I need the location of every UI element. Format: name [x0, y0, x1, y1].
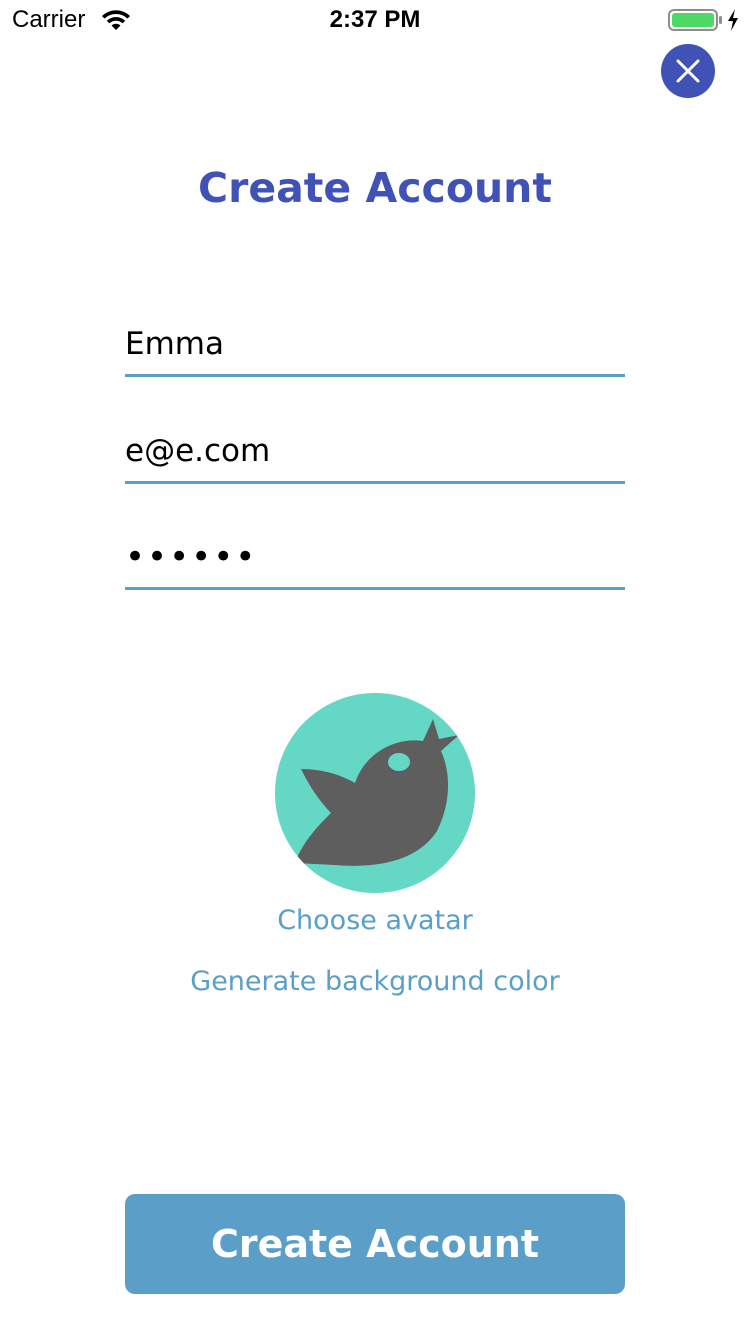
avatar-image[interactable] — [275, 693, 475, 893]
bird-icon — [295, 719, 459, 866]
battery-icon — [668, 8, 724, 32]
page-title: Create Account — [198, 164, 552, 212]
clock: 2:37 PM — [329, 6, 421, 33]
generate-background-color-link[interactable]: Generate background color — [0, 965, 750, 999]
password-field[interactable] — [125, 527, 625, 590]
email-field[interactable] — [125, 421, 625, 484]
close-icon — [676, 59, 700, 83]
create-account-button[interactable]: Create Account — [125, 1194, 625, 1294]
charging-icon — [726, 8, 740, 32]
email-input[interactable] — [125, 421, 625, 481]
choose-avatar-link[interactable]: Choose avatar — [0, 904, 750, 938]
password-input[interactable] — [125, 527, 625, 587]
username-field[interactable] — [125, 314, 625, 377]
close-button[interactable] — [661, 44, 715, 98]
username-input[interactable] — [125, 314, 625, 374]
status-bar: Carrier 2:37 PM — [0, 0, 750, 40]
